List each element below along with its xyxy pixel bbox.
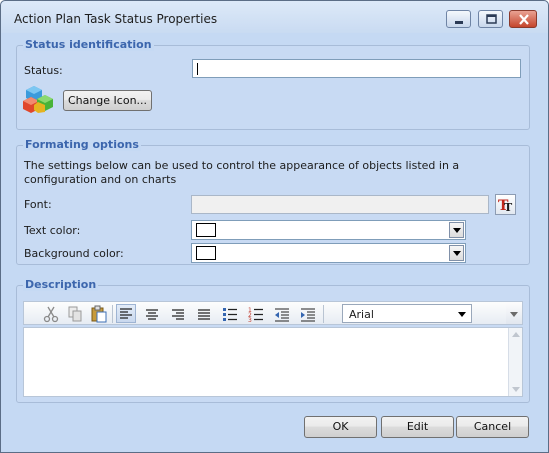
indent-icon[interactable] [299, 305, 317, 323]
bullet-list-icon[interactable] [221, 305, 239, 323]
editor-scrollbar[interactable] [508, 328, 522, 396]
font-label: Font: [24, 198, 52, 211]
toolbar-separator [323, 305, 324, 323]
status-identification-title: Status identification [23, 38, 154, 51]
background-color-label: Background color: [24, 247, 124, 260]
text-caret [197, 63, 198, 75]
scroll-up-icon[interactable] [512, 332, 520, 337]
dialog-window: Action Plan Task Status Properties Statu… [0, 0, 549, 453]
align-center-icon[interactable] [143, 305, 161, 323]
close-icon [519, 14, 529, 25]
minimize-button[interactable] [446, 10, 471, 28]
font-family-value: Arial [349, 308, 374, 321]
maximize-icon [486, 14, 497, 24]
editor-toolbar: 1 2 3 Arial [23, 301, 523, 325]
formatting-description: The settings below can be used to contro… [24, 159, 460, 186]
change-icon-button[interactable]: Change Icon... [63, 90, 152, 111]
paste-icon[interactable] [90, 305, 108, 323]
status-input[interactable] [192, 59, 521, 78]
maximize-button[interactable] [478, 10, 503, 28]
outdent-icon[interactable] [273, 305, 291, 323]
ok-button[interactable]: OK [304, 416, 377, 438]
chevron-down-icon [453, 251, 461, 256]
formatting-options-title: Formating options [23, 138, 141, 151]
toolbar-separator [112, 305, 113, 323]
scroll-down-icon[interactable] [512, 387, 520, 392]
font-picker-button[interactable]: T T [495, 194, 516, 215]
text-color-swatch [196, 223, 216, 237]
cut-icon[interactable] [42, 305, 60, 323]
chevron-down-icon [510, 312, 518, 317]
copy-icon[interactable] [66, 305, 84, 323]
justify-icon[interactable] [195, 305, 213, 323]
cancel-button[interactable]: Cancel [456, 416, 529, 438]
edit-button[interactable]: Edit [381, 416, 454, 438]
font-field[interactable] [191, 195, 489, 214]
text-color-select[interactable] [191, 220, 466, 240]
align-left-icon [120, 308, 132, 319]
align-left-button[interactable] [116, 304, 136, 323]
background-color-select[interactable] [191, 243, 466, 263]
svg-text:3: 3 [248, 317, 252, 323]
numbered-list-icon[interactable]: 1 2 3 [247, 305, 265, 323]
window-title: Action Plan Task Status Properties [14, 12, 218, 26]
background-color-swatch [196, 246, 216, 260]
chevron-down-icon [453, 228, 461, 233]
status-identification-group: Status identification Status: Change Ico… [16, 38, 530, 130]
font-family-select[interactable]: Arial [342, 304, 472, 323]
description-editor[interactable] [23, 327, 523, 397]
font-icon: T T [498, 198, 513, 214]
status-cubes-icon [23, 86, 53, 113]
toolbar-overflow-button[interactable] [506, 301, 523, 325]
svg-text:T: T [504, 201, 513, 214]
text-color-dropdown-button[interactable] [449, 222, 464, 238]
status-label: Status: [24, 64, 63, 77]
background-color-dropdown-button[interactable] [449, 245, 464, 261]
close-button[interactable] [509, 10, 537, 28]
chevron-down-icon [458, 312, 466, 317]
align-right-icon[interactable] [169, 305, 187, 323]
title-bar[interactable]: Action Plan Task Status Properties [1, 1, 548, 33]
description-title: Description [23, 278, 99, 291]
formatting-options-group: Formating options The settings below can… [16, 138, 530, 265]
description-group: Description 1 2 3 Arial [16, 278, 530, 403]
text-color-label: Text color: [24, 224, 81, 237]
minimize-icon [455, 21, 463, 24]
